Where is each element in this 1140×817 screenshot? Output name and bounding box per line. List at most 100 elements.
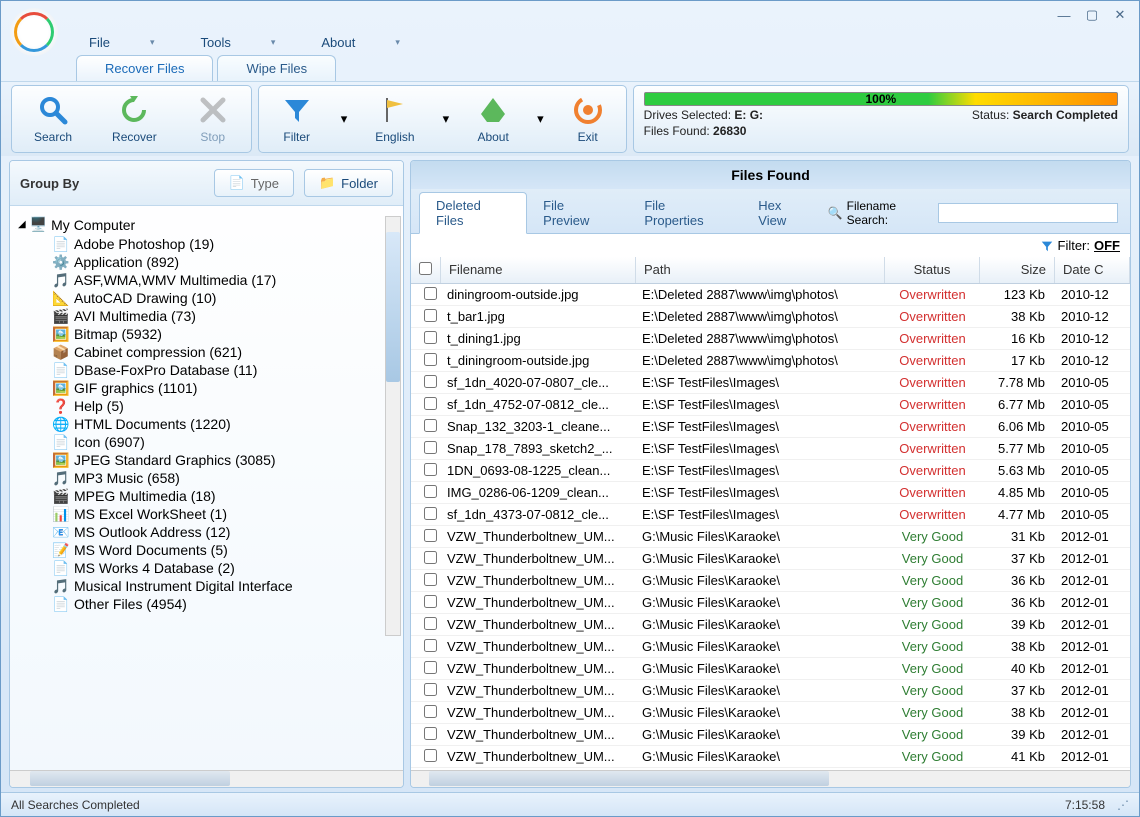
select-all-checkbox[interactable] <box>419 262 432 275</box>
tree-item[interactable]: 🎵MP3 Music (658) <box>14 469 399 487</box>
row-checkbox[interactable] <box>424 331 437 344</box>
row-checkbox[interactable] <box>424 551 437 564</box>
table-row[interactable]: 1DN_0693-08-1225_clean... E:\SF TestFile… <box>411 460 1130 482</box>
table-row[interactable]: VZW_Thunderboltnew_UM... G:\Music Files\… <box>411 702 1130 724</box>
filter-toggle[interactable]: OFF <box>1094 238 1120 253</box>
row-checkbox[interactable] <box>424 441 437 454</box>
resize-grip[interactable]: ⋰ <box>1117 798 1129 812</box>
row-checkbox[interactable] <box>424 683 437 696</box>
menu-file[interactable]: File▾ <box>81 33 162 52</box>
tab-recover-files[interactable]: Recover Files <box>76 55 213 81</box>
table-row[interactable]: IMG_0286-06-1209_clean... E:\SF TestFile… <box>411 482 1130 504</box>
row-checkbox[interactable] <box>424 287 437 300</box>
row-checkbox[interactable] <box>424 749 437 762</box>
groupby-folder-button[interactable]: 📁Folder <box>304 169 393 197</box>
about-button[interactable]: About <box>459 90 527 148</box>
search-input[interactable] <box>938 203 1118 223</box>
tree-item[interactable]: 🖼️JPEG Standard Graphics (3085) <box>14 451 399 469</box>
table-row[interactable]: VZW_Thunderboltnew_UM... G:\Music Files\… <box>411 570 1130 592</box>
row-checkbox[interactable] <box>424 375 437 388</box>
table-row[interactable]: t_diningroom-outside.jpg E:\Deleted 2887… <box>411 350 1130 372</box>
table-row[interactable]: t_dining1.jpg E:\Deleted 2887\www\img\ph… <box>411 328 1130 350</box>
maximize-button[interactable]: ▢ <box>1079 6 1105 24</box>
tab-hex-view[interactable]: Hex View <box>742 193 827 233</box>
table-row[interactable]: VZW_Thunderboltnew_UM... G:\Music Files\… <box>411 636 1130 658</box>
table-row[interactable]: VZW_Thunderboltnew_UM... G:\Music Files\… <box>411 592 1130 614</box>
row-checkbox[interactable] <box>424 353 437 366</box>
table-row[interactable]: Snap_132_3203-1_cleane... E:\SF TestFile… <box>411 416 1130 438</box>
menu-tools[interactable]: Tools▾ <box>192 33 283 52</box>
table-row[interactable]: sf_1dn_4373-07-0812_cle... E:\SF TestFil… <box>411 504 1130 526</box>
tree-item[interactable]: ⚙️Application (892) <box>14 253 399 271</box>
table-row[interactable]: sf_1dn_4752-07-0812_cle... E:\SF TestFil… <box>411 394 1130 416</box>
minimize-button[interactable]: — <box>1051 6 1077 24</box>
close-button[interactable]: ✕ <box>1107 6 1133 24</box>
tree-item[interactable]: 📄DBase-FoxPro Database (11) <box>14 361 399 379</box>
tree-item[interactable]: 📦Cabinet compression (621) <box>14 343 399 361</box>
tree-item[interactable]: ❓Help (5) <box>14 397 399 415</box>
tab-file-preview[interactable]: File Preview <box>527 193 628 233</box>
row-checkbox[interactable] <box>424 595 437 608</box>
tree-item[interactable]: 📐AutoCAD Drawing (10) <box>14 289 399 307</box>
about-dropdown[interactable]: ▾ <box>531 90 550 148</box>
tab-deleted-files[interactable]: Deleted Files <box>419 192 527 234</box>
tree-scrollbar[interactable] <box>385 216 401 636</box>
tree-hscroll[interactable] <box>10 770 403 787</box>
menu-about[interactable]: About▾ <box>313 33 408 52</box>
row-checkbox[interactable] <box>424 727 437 740</box>
row-checkbox[interactable] <box>424 573 437 586</box>
tree-item[interactable]: 🖼️Bitmap (5932) <box>14 325 399 343</box>
tree-item[interactable]: 🎵Musical Instrument Digital Interface <box>14 577 399 595</box>
filter-dropdown[interactable]: ▾ <box>335 90 354 148</box>
col-date[interactable]: Date C <box>1055 257 1130 283</box>
row-checkbox[interactable] <box>424 529 437 542</box>
tree[interactable]: ◢ 🖥️ My Computer 📄Adobe Photoshop (19)⚙️… <box>10 206 403 770</box>
tree-item[interactable]: 🖼️GIF graphics (1101) <box>14 379 399 397</box>
row-checkbox[interactable] <box>424 705 437 718</box>
table-row[interactable]: VZW_Thunderboltnew_UM... G:\Music Files\… <box>411 746 1130 768</box>
col-status[interactable]: Status <box>885 257 980 283</box>
col-path[interactable]: Path <box>636 257 885 283</box>
table-row[interactable]: VZW_Thunderboltnew_UM... G:\Music Files\… <box>411 724 1130 746</box>
table-row[interactable]: diningroom-outside.jpg E:\Deleted 2887\w… <box>411 284 1130 306</box>
col-size[interactable]: Size <box>980 257 1055 283</box>
row-checkbox[interactable] <box>424 309 437 322</box>
tree-item[interactable]: 🎬MPEG Multimedia (18) <box>14 487 399 505</box>
tree-item[interactable]: 📝MS Word Documents (5) <box>14 541 399 559</box>
tree-item[interactable]: 📄Adobe Photoshop (19) <box>14 235 399 253</box>
tree-item[interactable]: 📊MS Excel WorkSheet (1) <box>14 505 399 523</box>
tree-item[interactable]: 📄Other Files (4954) <box>14 595 399 613</box>
table-row[interactable]: t_bar1.jpg E:\Deleted 2887\www\img\photo… <box>411 306 1130 328</box>
groupby-type-button[interactable]: 📄Type <box>214 169 294 197</box>
language-dropdown[interactable]: ▾ <box>437 90 456 148</box>
table-hscroll[interactable] <box>411 770 1130 787</box>
table-row[interactable]: VZW_Thunderboltnew_UM... G:\Music Files\… <box>411 680 1130 702</box>
tree-item[interactable]: 📄Icon (6907) <box>14 433 399 451</box>
table-row[interactable]: sf_1dn_4020-07-0807_cle... E:\SF TestFil… <box>411 372 1130 394</box>
table-row[interactable]: VZW_Thunderboltnew_UM... G:\Music Files\… <box>411 658 1130 680</box>
row-checkbox[interactable] <box>424 419 437 432</box>
row-checkbox[interactable] <box>424 661 437 674</box>
tree-item[interactable]: 🎬AVI Multimedia (73) <box>14 307 399 325</box>
tab-wipe-files[interactable]: Wipe Files <box>217 55 336 81</box>
row-checkbox[interactable] <box>424 639 437 652</box>
tree-item[interactable]: 🌐HTML Documents (1220) <box>14 415 399 433</box>
row-checkbox[interactable] <box>424 397 437 410</box>
table-row[interactable]: VZW_Thunderboltnew_UM... G:\Music Files\… <box>411 548 1130 570</box>
recover-button[interactable]: Recover <box>94 90 175 148</box>
tree-item[interactable]: 📧MS Outlook Address (12) <box>14 523 399 541</box>
row-checkbox[interactable] <box>424 617 437 630</box>
filter-button[interactable]: Filter <box>263 90 331 148</box>
tree-item[interactable]: 🎵ASF,WMA,WMV Multimedia (17) <box>14 271 399 289</box>
col-filename[interactable]: Filename <box>441 257 636 283</box>
row-checkbox[interactable] <box>424 463 437 476</box>
tab-file-properties[interactable]: File Properties <box>628 193 742 233</box>
collapse-icon[interactable]: ◢ <box>18 219 26 230</box>
search-button[interactable]: Search <box>16 90 90 148</box>
table-row[interactable]: Snap_178_7893_sketch2_... E:\SF TestFile… <box>411 438 1130 460</box>
language-button[interactable]: English <box>357 90 432 148</box>
table-row[interactable]: VZW_Thunderboltnew_UM... G:\Music Files\… <box>411 614 1130 636</box>
tree-item[interactable]: 📄MS Works 4 Database (2) <box>14 559 399 577</box>
tree-root[interactable]: ◢ 🖥️ My Computer <box>14 214 399 235</box>
table-row[interactable]: VZW_Thunderboltnew_UM... G:\Music Files\… <box>411 526 1130 548</box>
